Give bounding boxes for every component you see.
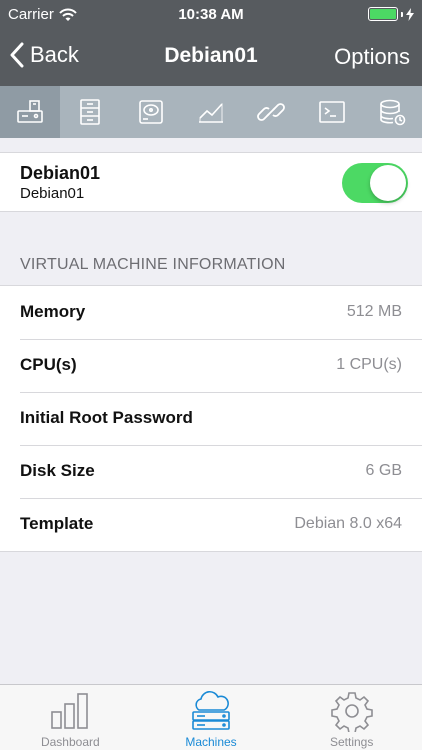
info-value: Debian 8.0 x64 [294,515,402,532]
gear-icon [330,692,373,732]
terminal-icon [318,101,345,123]
options-button[interactable]: Options [334,44,410,70]
info-row-disk-size[interactable]: Disk Size 6 GB [0,445,422,498]
tab-label: Machines [185,735,237,749]
tab-console[interactable] [301,86,361,138]
info-label: Initial Root Password [20,408,193,427]
info-label: Disk Size [20,461,95,480]
tab-backups[interactable] [362,86,422,138]
charging-icon [406,7,414,21]
info-label: Memory [20,302,86,321]
tab-dashboard[interactable]: Dashboard [0,685,141,750]
chart-icon [198,102,223,123]
bar-chart-icon [51,693,89,729]
clock: 10:38 AM [178,6,244,23]
tab-settings[interactable]: Settings [281,685,422,750]
battery-icon [368,7,398,21]
info-value: 512 MB [346,303,402,320]
info-row-memory[interactable]: Memory 512 MB [0,286,422,339]
chevron-left-icon [10,42,24,68]
machine-toolbar [0,86,422,138]
hard-disk-icon [138,100,163,124]
toggle-knob[interactable] [370,165,406,201]
link-icon [257,103,286,121]
tab-machines[interactable]: Machines [141,685,282,750]
power-toggle[interactable] [342,163,408,203]
tab-disk[interactable] [121,86,181,138]
info-row-root-password[interactable]: Initial Root Password [0,392,422,445]
tab-machine[interactable] [0,86,61,138]
battery-tip [401,11,403,17]
battery-level-fill [370,9,396,19]
info-row-cpus[interactable]: CPU(s) 1 CPU(s) [0,339,422,392]
vm-hostname: Debian01 [20,185,85,202]
vm-power-row: Debian01 Debian01 [0,152,422,212]
tab-label: Settings [330,735,374,749]
tab-network[interactable] [241,86,301,138]
vm-name: Debian01 [20,163,101,183]
info-label: CPU(s) [20,355,77,374]
cloud-server-icon [192,691,230,730]
tab-storage[interactable] [60,86,120,138]
info-label: Template [20,514,94,533]
back-button-label: Back [30,42,79,67]
info-value: 6 GB [365,462,402,479]
database-refresh-icon [380,99,406,126]
section-header: VIRTUAL MACHINE INFORMATION [20,256,286,273]
tab-statistics[interactable] [181,86,241,138]
vm-info-list: Memory 512 MB CPU(s) 1 CPU(s) Initial Ro… [0,285,422,552]
machine-icon [17,100,43,123]
back-button[interactable]: Back [10,42,79,68]
status-bar: Carrier 10:38 AM [0,0,422,30]
info-value: 1 CPU(s) [336,356,402,373]
navigation-bar: Back Debian01 Options [0,30,422,86]
battery-indicator [368,7,414,21]
tab-label: Dashboard [40,735,100,749]
tab-bar: Dashboard Machines Settings [0,684,422,750]
info-row-template[interactable]: Template Debian 8.0 x64 [0,498,422,551]
filing-cabinet-icon [80,99,101,125]
